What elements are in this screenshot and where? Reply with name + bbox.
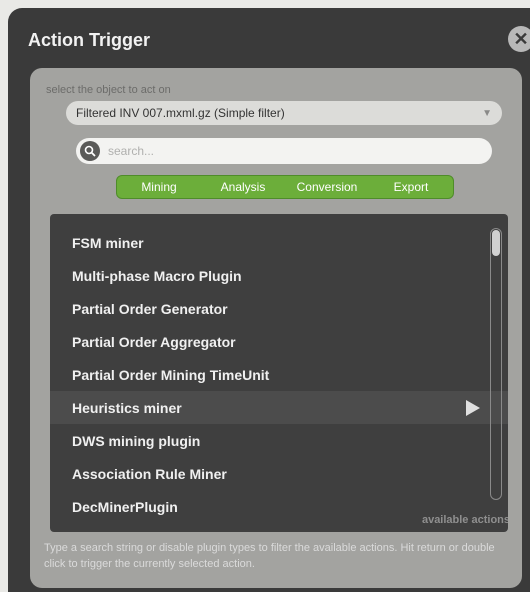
list-item-label: Partial Order Generator — [72, 300, 228, 317]
list-item-label: FSM miner — [72, 234, 144, 251]
list-item-label: Partial Order Aggregator — [72, 333, 236, 350]
list-scrollbar[interactable] — [490, 228, 502, 500]
search-input[interactable] — [106, 143, 470, 159]
plugin-type-tabs: Mining Analysis Conversion Export — [116, 175, 454, 199]
close-icon[interactable]: ✕ — [508, 26, 530, 52]
scrollbar-thumb[interactable] — [492, 230, 500, 256]
available-actions-label: available actions — [421, 514, 508, 526]
tab-export[interactable]: Export — [369, 176, 453, 198]
action-trigger-dialog: Action Trigger ✕ select the object to ac… — [8, 8, 530, 592]
list-item[interactable]: Partial Order Generator — [50, 292, 508, 325]
search-icon — [80, 141, 100, 161]
list-item-selected[interactable]: Heuristics miner — [50, 391, 508, 424]
list-item-label: Partial Order Mining TimeUnit — [72, 366, 270, 383]
search-bar[interactable] — [76, 138, 492, 164]
list-item-label: Multi-phase Macro Plugin — [72, 267, 242, 284]
tab-analysis[interactable]: Analysis — [201, 176, 285, 198]
list-item[interactable]: Partial Order Aggregator — [50, 325, 508, 358]
play-icon[interactable] — [466, 400, 480, 416]
list-item-label: DWS mining plugin — [72, 432, 201, 449]
object-dropdown[interactable]: Filtered INV 007.mxml.gz (Simple filter)… — [66, 101, 502, 125]
list-item[interactable]: DWS mining plugin — [50, 424, 508, 457]
dialog-title: Action Trigger — [28, 30, 151, 50]
action-panel: select the object to act on Filtered INV… — [30, 68, 522, 588]
tab-mining[interactable]: Mining — [117, 176, 201, 198]
list-item[interactable]: FSM miner — [50, 226, 508, 259]
hint-text: Type a search string or disable plugin t… — [44, 542, 495, 570]
list-item[interactable]: Partial Order Mining TimeUnit — [50, 358, 508, 391]
list-item-label: Heuristics miner — [72, 399, 182, 416]
actions-list: FSM miner Multi-phase Macro Plugin Parti… — [50, 214, 508, 532]
list-item-label: Association Rule Miner — [72, 465, 227, 482]
object-dropdown-value: Filtered INV 007.mxml.gz (Simple filter) — [76, 106, 285, 120]
list-item[interactable]: Multi-phase Macro Plugin — [50, 259, 508, 292]
object-select-label: select the object to act on — [46, 84, 171, 96]
list-item[interactable]: Association Rule Miner — [50, 457, 508, 490]
chevron-down-icon: ▼ — [482, 107, 492, 119]
list-item-label: DecMinerPlugin — [72, 498, 178, 515]
tab-conversion[interactable]: Conversion — [285, 176, 369, 198]
